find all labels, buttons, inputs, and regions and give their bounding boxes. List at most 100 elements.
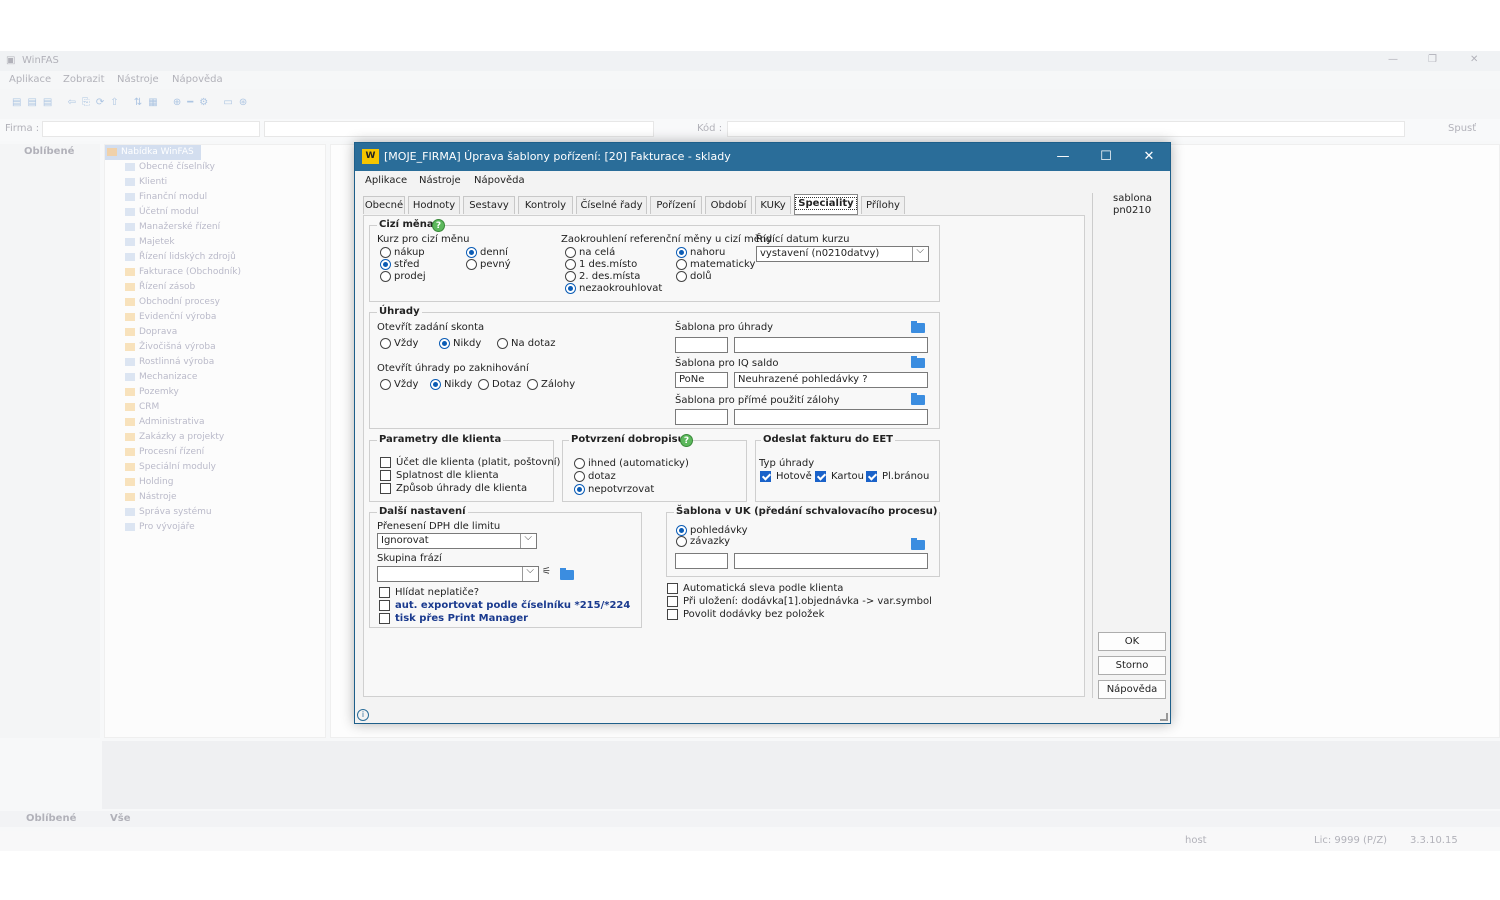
sab-zal-name[interactable]: [734, 409, 928, 425]
restore-icon[interactable]: ❐: [1428, 54, 1437, 65]
tree-root[interactable]: Nabídka WinFAS: [105, 145, 201, 160]
tree-item[interactable]: CRM: [105, 400, 325, 415]
radio-nakup[interactable]: [380, 247, 391, 258]
tab-prilohy[interactable]: Přílohy: [861, 196, 905, 214]
uk-code[interactable]: [675, 553, 728, 569]
dph-select[interactable]: Ignorovat: [377, 531, 537, 549]
radio-zavazky[interactable]: [676, 536, 687, 547]
menu-napoveda[interactable]: Nápověda: [172, 74, 223, 85]
menu-nastroje[interactable]: Nástroje: [117, 74, 159, 85]
check-var-symbol[interactable]: [667, 596, 678, 607]
menu-aplikace[interactable]: Aplikace: [9, 74, 51, 85]
sab-iq-name[interactable]: Neuhrazené pohledávky ?: [734, 372, 928, 388]
sab-uhrady-name[interactable]: [734, 337, 928, 353]
check-kartou[interactable]: [815, 471, 826, 482]
tree-item[interactable]: Pozemky: [105, 385, 325, 400]
folder-open-icon[interactable]: [911, 538, 926, 550]
menu-aplikace[interactable]: Aplikace: [365, 175, 407, 186]
radio-skonto-na-dotaz[interactable]: [497, 338, 508, 349]
check-splatnost[interactable]: [380, 470, 391, 481]
radio-prodej[interactable]: [380, 271, 391, 282]
check-neplatice[interactable]: [379, 587, 390, 598]
radio-nezaokrouhlovat[interactable]: [565, 283, 576, 294]
radio-dolu[interactable]: [676, 271, 687, 282]
tree-item[interactable]: Evidenční výroba: [105, 310, 325, 325]
tab-obdobi[interactable]: Období: [705, 196, 752, 214]
radio-skonto-vzdy[interactable]: [380, 338, 391, 349]
tree-item[interactable]: Manažerské řízení: [105, 220, 325, 235]
close-icon[interactable]: ✕: [1470, 54, 1478, 65]
radio-zakn-vzdy[interactable]: [380, 379, 391, 390]
radio-skonto-nikdy[interactable]: [439, 338, 450, 349]
settings-icon[interactable]: ⚟: [542, 566, 551, 577]
tree-item[interactable]: Nástroje: [105, 490, 325, 505]
check-hotove[interactable]: [760, 471, 771, 482]
close-icon[interactable]: ✕: [1127, 143, 1171, 171]
tree-item[interactable]: Obchodní procesy: [105, 295, 325, 310]
check-ucet-dle-klienta[interactable]: [380, 457, 391, 468]
check-print-manager[interactable]: [379, 613, 390, 624]
tree-item[interactable]: Rostlinná výroba: [105, 355, 325, 370]
minimize-icon[interactable]: —: [1388, 54, 1398, 65]
tab-porizeni[interactable]: Pořízení: [650, 196, 702, 214]
help-icon[interactable]: ?: [680, 434, 693, 447]
menu-napoveda[interactable]: Nápověda: [474, 175, 525, 186]
tree-item[interactable]: Účetní modul: [105, 205, 325, 220]
resize-grip[interactable]: [1160, 713, 1168, 721]
radio-1-des[interactable]: [565, 259, 576, 270]
minimize-icon[interactable]: —: [1041, 143, 1085, 171]
tree-item[interactable]: Mechanizace: [105, 370, 325, 385]
radio-denni[interactable]: [466, 247, 477, 258]
tree-item[interactable]: Procesní řízení: [105, 445, 325, 460]
radio-zakn-dotaz[interactable]: [478, 379, 489, 390]
tab-ciselne-rady[interactable]: Číselné řady: [576, 196, 647, 214]
tree-item[interactable]: Správa systému: [105, 505, 325, 520]
radio-nepotvrzovat[interactable]: [574, 484, 585, 495]
radio-pohledavky[interactable]: [676, 525, 687, 536]
fraze-select[interactable]: [377, 564, 539, 582]
toolbar-icons[interactable]: ▤▤▤ ⇦⎘⟳⇧ ⇅▦ ⊕━⚙ ▭⊛: [12, 97, 253, 108]
tree-item[interactable]: Živočišná výroba: [105, 340, 325, 355]
tree-item[interactable]: Zakázky a projekty: [105, 430, 325, 445]
tree-item[interactable]: Řízení zásob: [105, 280, 325, 295]
tree-item[interactable]: Doprava: [105, 325, 325, 340]
folder-open-icon[interactable]: [911, 356, 926, 368]
tab-vse[interactable]: Vše: [110, 813, 130, 824]
tree-item[interactable]: Klienti: [105, 175, 325, 190]
filter-kod-input[interactable]: [727, 121, 1405, 137]
radio-na-cela[interactable]: [565, 247, 576, 258]
check-pl-branou[interactable]: [866, 471, 877, 482]
sab-uhrady-code[interactable]: [675, 337, 728, 353]
radio-zakn-nikdy[interactable]: [430, 379, 441, 390]
radio-dotaz[interactable]: [574, 471, 585, 482]
folder-open-icon[interactable]: [911, 321, 926, 333]
info-icon[interactable]: i: [357, 709, 369, 721]
tree-item[interactable]: Řízení lidských zdrojů: [105, 250, 325, 265]
radio-2-des[interactable]: [565, 271, 576, 282]
ok-button[interactable]: OK: [1098, 632, 1166, 651]
folder-open-icon[interactable]: [560, 568, 575, 580]
tree-item[interactable]: Pro vývojáře: [105, 520, 325, 535]
filter-search-input[interactable]: [264, 121, 654, 137]
tree-item[interactable]: Speciální moduly: [105, 460, 325, 475]
sab-zal-code[interactable]: [675, 409, 728, 425]
radio-zakn-zalohy[interactable]: [527, 379, 538, 390]
cancel-button[interactable]: Storno: [1098, 656, 1166, 675]
sab-iq-code[interactable]: PoNe: [675, 372, 728, 388]
tab-obecne[interactable]: Obecné: [363, 196, 405, 214]
menu-nastroje[interactable]: Nástroje: [419, 175, 461, 186]
radio-pevny[interactable]: [466, 259, 477, 270]
tab-kontroly[interactable]: Kontroly: [518, 196, 573, 214]
tab-hodnoty[interactable]: Hodnoty: [408, 196, 460, 214]
check-auto-sleva[interactable]: [667, 583, 678, 594]
tree-item[interactable]: Administrativa: [105, 415, 325, 430]
radio-matematicky[interactable]: [676, 259, 687, 270]
tab-sestavy[interactable]: Sestavy: [463, 196, 515, 214]
filter-firma-input[interactable]: [42, 121, 260, 137]
maximize-icon[interactable]: ☐: [1084, 143, 1128, 171]
spustit-button[interactable]: Spusť: [1448, 123, 1476, 134]
help-button[interactable]: Nápověda: [1098, 680, 1166, 699]
check-bez-polozek[interactable]: [667, 609, 678, 620]
check-zpusob-uhrady[interactable]: [380, 483, 391, 494]
tree-item[interactable]: Holding: [105, 475, 325, 490]
